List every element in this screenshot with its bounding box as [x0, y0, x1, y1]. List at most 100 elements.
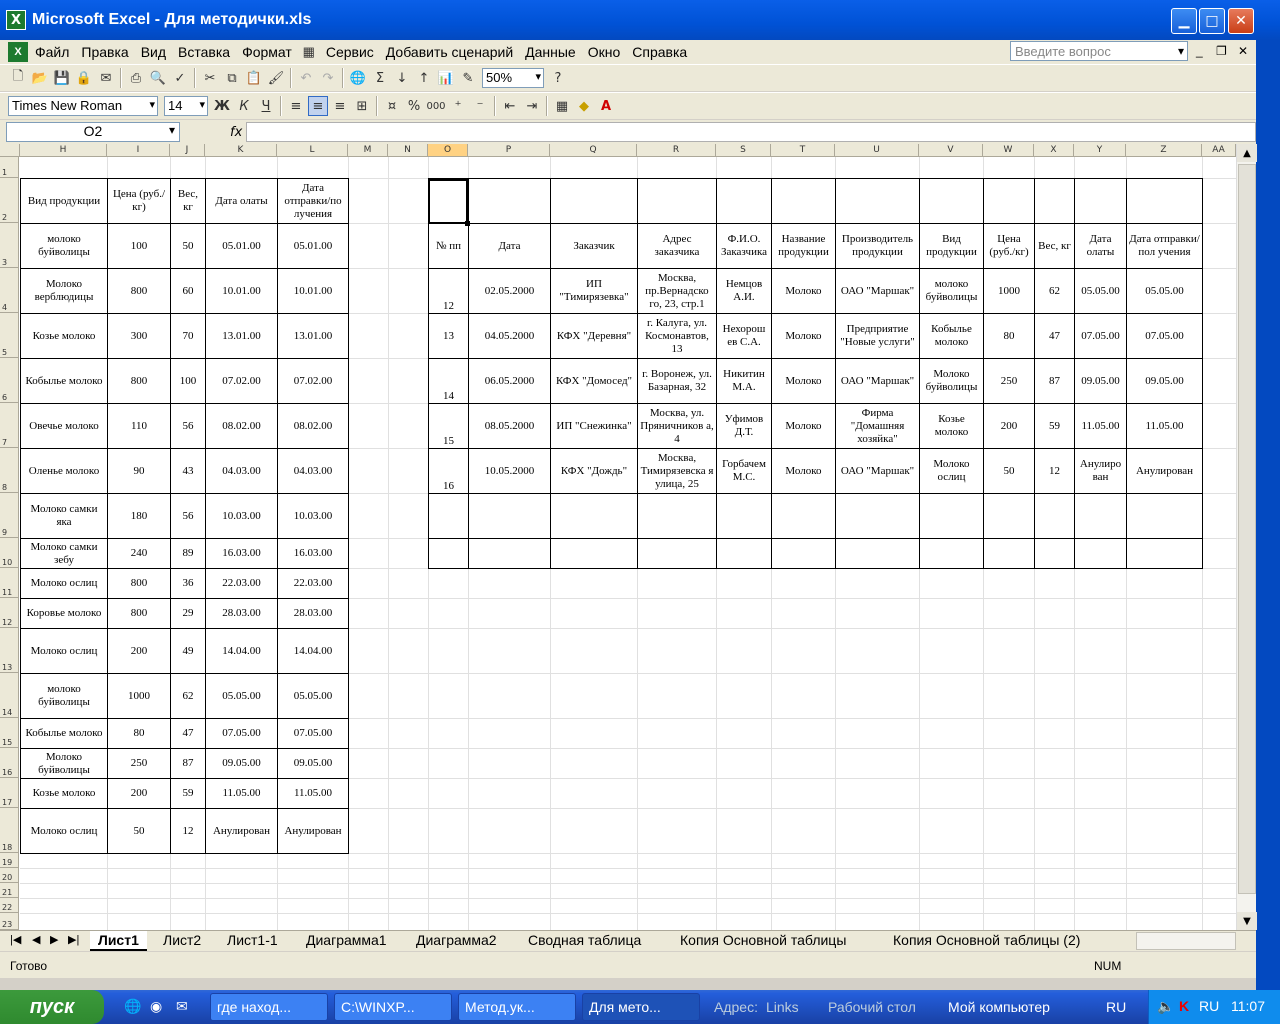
table-cell[interactable]: 200 [107, 628, 171, 674]
table-cell[interactable]: КФХ "Домосед" [550, 358, 638, 404]
row-header-7[interactable]: 7 [0, 403, 19, 448]
table-cell[interactable]: 800 [107, 268, 171, 314]
table-cell[interactable]: 05.01.00 [277, 223, 349, 269]
row-header-18[interactable]: 18 [0, 808, 19, 853]
language-indicator[interactable]: RU [1106, 999, 1126, 1015]
table-cell[interactable]: Горбачем М.С. [716, 448, 772, 494]
copy-icon[interactable]: ⧉ [222, 68, 242, 88]
table-cell[interactable]: 80 [107, 718, 171, 749]
table-cell[interactable] [1074, 493, 1127, 539]
select-all-corner[interactable] [0, 144, 20, 157]
table-cell[interactable]: 05.05.00 [205, 673, 278, 719]
row-header-15[interactable]: 15 [0, 718, 19, 748]
column-header-k[interactable]: K [205, 144, 277, 157]
table-cell[interactable]: 16.03.00 [205, 538, 278, 569]
close-button[interactable]: ✕ [1228, 8, 1254, 34]
table-cell[interactable]: 13.01.00 [205, 313, 278, 359]
table-cell[interactable]: 13 [428, 313, 469, 359]
row-header-23[interactable]: 23 [0, 913, 19, 930]
table-cell[interactable]: 87 [170, 748, 206, 779]
column-header-o[interactable]: O [428, 144, 468, 157]
column-header-t[interactable]: T [771, 144, 835, 157]
table-cell[interactable]: Дата отправки/по лучения [277, 178, 349, 224]
table-cell[interactable] [637, 493, 717, 539]
table-cell[interactable]: Оленье молоко [20, 448, 108, 494]
maximize-button[interactable]: □ [1199, 8, 1225, 34]
table-cell[interactable] [637, 538, 717, 569]
table-cell[interactable]: 09.05.00 [277, 748, 349, 779]
active-cell-o2[interactable] [428, 179, 470, 226]
table-cell[interactable]: 87 [1034, 358, 1075, 404]
table-cell[interactable]: Анулирован [205, 808, 278, 854]
table-cell[interactable]: 12 [428, 268, 469, 314]
menu-tools[interactable]: Сервис [326, 44, 374, 60]
table-cell[interactable]: Молоко самки зебу [20, 538, 108, 569]
table-cell[interactable]: 02.05.2000 [468, 268, 551, 314]
sheet-tab-main-copy-2[interactable]: Копия Основной таблицы (2) [885, 931, 1088, 951]
email-icon[interactable]: ✉ [96, 68, 116, 88]
question-dropdown-icon[interactable]: ▾ [1178, 44, 1184, 58]
font-color-icon[interactable]: A [596, 96, 616, 116]
align-left-icon[interactable]: ≡ [286, 96, 306, 116]
table-cell[interactable]: 07.02.00 [205, 358, 278, 404]
doc-restore-icon[interactable]: ❐ [1216, 44, 1227, 58]
table-cell[interactable]: 11.05.00 [1126, 403, 1203, 449]
table-cell[interactable]: 05.05.00 [1074, 268, 1127, 314]
table-cell[interactable]: Цена (руб./кг) [107, 178, 171, 224]
table-cell[interactable]: 07.02.00 [277, 358, 349, 404]
column-header-z[interactable]: Z [1126, 144, 1202, 157]
format-painter-icon[interactable]: 🖌 [266, 68, 286, 88]
table-cell[interactable]: Нехорош ев С.А. [716, 313, 772, 359]
table-cell[interactable]: 100 [107, 223, 171, 269]
save-icon[interactable]: 💾 [52, 68, 72, 88]
column-header-m[interactable]: M [348, 144, 388, 157]
percent-button[interactable]: % [404, 96, 424, 116]
prev-sheet-icon[interactable]: ◀ [32, 933, 40, 946]
paste-icon[interactable]: 📋 [244, 68, 264, 88]
table-cell[interactable]: 07.05.00 [1126, 313, 1203, 359]
print-preview-icon[interactable]: 🔍 [148, 68, 168, 88]
next-sheet-icon[interactable]: ▶ [50, 933, 58, 946]
permission-icon[interactable]: 🔒 [74, 68, 94, 88]
bold-button[interactable]: Ж [212, 96, 232, 116]
table-cell[interactable]: 49 [170, 628, 206, 674]
desktop-toolbar[interactable]: Рабочий стол [828, 999, 916, 1015]
row-header-19[interactable]: 19 [0, 853, 19, 868]
row-header-13[interactable]: 13 [0, 628, 19, 673]
menu-window[interactable]: Окно [588, 44, 621, 60]
column-header-w[interactable]: W [983, 144, 1034, 157]
table-cell[interactable]: молоко буйволицы [20, 673, 108, 719]
task-ie[interactable]: где наход... [210, 993, 328, 1021]
table-cell[interactable]: 1000 [983, 268, 1035, 314]
column-header-u[interactable]: U [835, 144, 919, 157]
table-cell[interactable] [1074, 178, 1127, 224]
table-cell[interactable]: 100 [170, 358, 206, 404]
table-cell[interactable]: 28.03.00 [205, 598, 278, 629]
underline-button[interactable]: Ч [256, 96, 276, 116]
table-cell[interactable]: Анулиро ван [1074, 448, 1127, 494]
table-cell[interactable] [468, 178, 551, 224]
table-cell[interactable]: 05.05.00 [277, 673, 349, 719]
table-cell[interactable]: Козье молоко [20, 778, 108, 809]
column-header-x[interactable]: X [1034, 144, 1074, 157]
last-sheet-icon[interactable]: ▶| [68, 933, 79, 946]
table-cell[interactable] [919, 178, 984, 224]
table-cell[interactable]: молоко буйволицы [20, 223, 108, 269]
table-cell[interactable] [550, 178, 638, 224]
table-cell[interactable]: 50 [983, 448, 1035, 494]
table-cell[interactable]: Заказчик [550, 223, 638, 269]
task-excel[interactable]: Для мето... [582, 993, 700, 1021]
table-cell[interactable]: Предприятие "Новые услуги" [835, 313, 920, 359]
table-cell[interactable]: 09.05.00 [1126, 358, 1203, 404]
table-cell[interactable] [1034, 538, 1075, 569]
table-cell[interactable]: Молоко верблюдицы [20, 268, 108, 314]
column-header-v[interactable]: V [919, 144, 983, 157]
row-header-16[interactable]: 16 [0, 748, 19, 778]
fx-icon[interactable]: fx [230, 125, 242, 140]
table-cell[interactable]: г. Воронеж, ул. Базарная, 32 [637, 358, 717, 404]
menu-data[interactable]: Данные [525, 44, 576, 60]
outlook-quicklaunch-icon[interactable]: ✉ [176, 998, 188, 1015]
table-cell[interactable]: 04.03.00 [205, 448, 278, 494]
table-cell[interactable]: Цена (руб./кг) [983, 223, 1035, 269]
table-cell[interactable]: 50 [107, 808, 171, 854]
